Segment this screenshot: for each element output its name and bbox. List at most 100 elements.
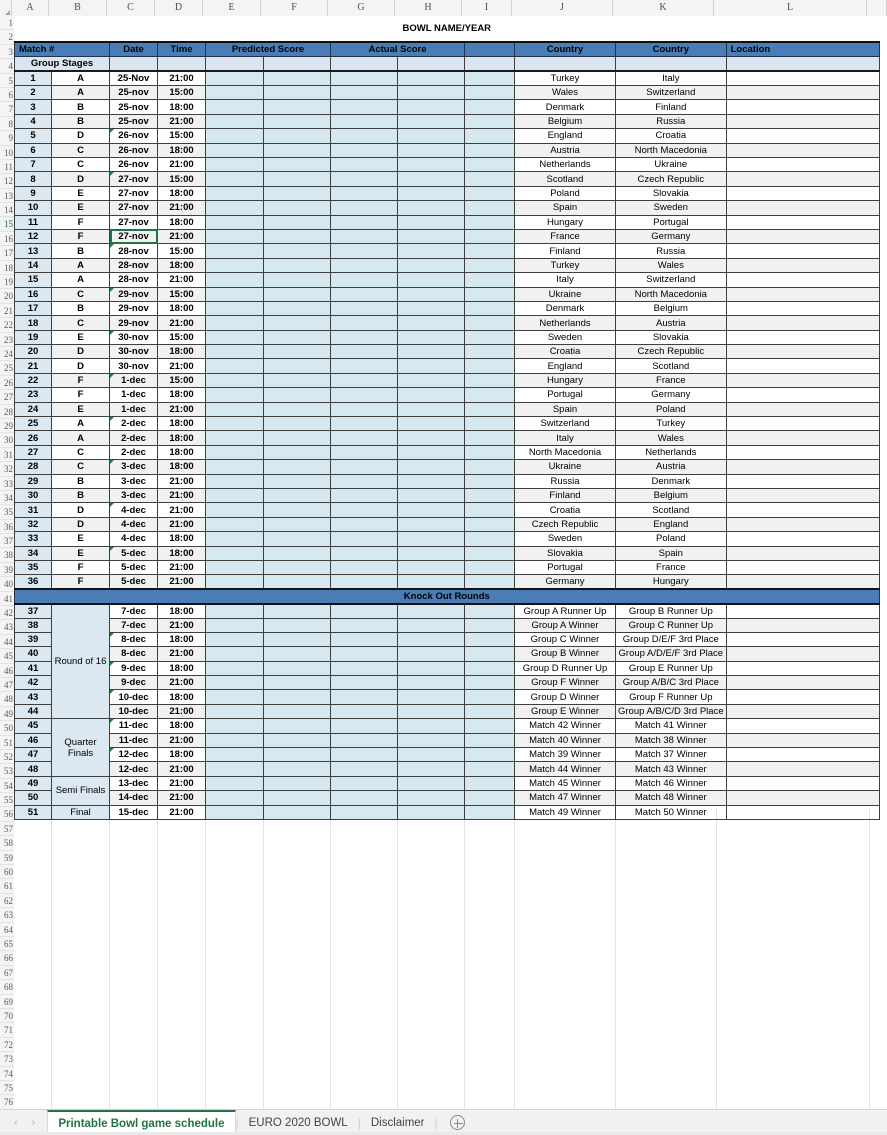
column-header-d[interactable]: D xyxy=(155,0,203,16)
cell-score-spacer[interactable] xyxy=(464,444,515,461)
row-header-55[interactable]: 55 xyxy=(0,793,14,808)
cell-location[interactable] xyxy=(725,689,880,705)
column-header-c[interactable]: C xyxy=(107,0,155,16)
cell-country-1[interactable]: Group D Winner xyxy=(514,689,616,705)
cell-score-spacer[interactable] xyxy=(464,545,515,561)
cell-location[interactable] xyxy=(725,747,880,763)
cell-group[interactable]: E xyxy=(51,531,110,547)
cell-actual-score-2[interactable] xyxy=(397,416,465,432)
cell-score-spacer[interactable] xyxy=(464,157,515,173)
cell-country-1[interactable]: North Macedonia xyxy=(514,444,616,461)
cell-actual-score-2[interactable] xyxy=(397,272,465,288)
cell-date[interactable]: 28-nov xyxy=(109,257,158,274)
cell-time[interactable]: 18:00 xyxy=(157,430,206,446)
select-all-corner[interactable] xyxy=(0,0,12,16)
stage-label-final[interactable]: Final xyxy=(51,804,110,820)
cell-date[interactable]: 11-dec xyxy=(109,732,158,749)
cell-time[interactable]: 21:00 xyxy=(157,473,206,490)
cell-group[interactable]: C xyxy=(51,142,110,159)
cell-date[interactable]: 12-dec xyxy=(109,761,158,777)
cell-country-2[interactable]: Wales xyxy=(615,430,727,446)
cell-actual-score-1[interactable] xyxy=(330,732,398,749)
cell-date[interactable]: 13-dec xyxy=(109,775,158,792)
cell-location[interactable] xyxy=(725,300,880,317)
cell-group[interactable]: A xyxy=(51,272,110,288)
cell-country-2[interactable]: Switzerland xyxy=(615,85,727,101)
cell-score-spacer[interactable] xyxy=(464,775,515,792)
row-header-56[interactable]: 56 xyxy=(0,807,14,822)
cell-match-number[interactable]: 33 xyxy=(14,531,52,547)
row-header-11[interactable]: 11 xyxy=(0,159,14,175)
cell-score-spacer[interactable] xyxy=(464,214,515,230)
cell-actual-score-1[interactable] xyxy=(330,113,398,130)
cell-match-number[interactable]: 49 xyxy=(14,775,52,792)
row-header-54[interactable]: 54 xyxy=(0,778,14,794)
cell-time[interactable]: 21:00 xyxy=(157,732,206,749)
cell-country-1[interactable]: Portugal xyxy=(514,559,616,576)
cell-country-2[interactable]: Group A/B/C/D 3rd Place xyxy=(615,703,727,720)
cell-group[interactable]: E xyxy=(51,401,110,418)
cell-predicted-score-2[interactable] xyxy=(263,559,331,576)
cell-score-spacer[interactable] xyxy=(464,300,515,317)
cell-time[interactable]: 18:00 xyxy=(157,459,206,475)
cell-score-spacer[interactable] xyxy=(464,804,515,820)
cell-time[interactable]: 21:00 xyxy=(157,775,206,792)
cell-match-number[interactable]: 24 xyxy=(14,401,52,418)
cell-predicted-score-1[interactable] xyxy=(205,358,264,374)
cell-score-spacer[interactable] xyxy=(464,185,515,202)
cell-country-2[interactable]: Belgium xyxy=(615,487,727,504)
cell-predicted-score-2[interactable] xyxy=(263,315,331,331)
cell-predicted-score-2[interactable] xyxy=(263,790,331,806)
cell-date[interactable]: 3-dec xyxy=(109,487,158,504)
cell-score-spacer[interactable] xyxy=(464,128,515,144)
cell-predicted-score-1[interactable] xyxy=(205,790,264,806)
cell-country-1[interactable]: Denmark xyxy=(514,99,616,115)
column-header-e[interactable]: E xyxy=(203,0,261,16)
cell-country-2[interactable]: Belgium xyxy=(615,300,727,317)
cell-score-spacer[interactable] xyxy=(464,790,515,806)
cell-match-number[interactable]: 8 xyxy=(14,171,52,187)
cell-match-number[interactable]: 11 xyxy=(14,214,52,230)
add-sheet-button[interactable] xyxy=(449,1115,465,1130)
cell-score-spacer[interactable] xyxy=(464,559,515,576)
cell-time[interactable]: 15:00 xyxy=(157,85,206,101)
cell-country-2[interactable]: Russia xyxy=(615,113,727,130)
cell-predicted-score-1[interactable] xyxy=(205,272,264,288)
cell-date[interactable]: 25-nov xyxy=(109,85,158,101)
cell-actual-score-1[interactable] xyxy=(330,243,398,259)
cell-country-1[interactable]: Group F Winner xyxy=(514,675,616,691)
cell-predicted-score-2[interactable] xyxy=(263,185,331,202)
cell-predicted-score-2[interactable] xyxy=(263,344,331,360)
cell-country-2[interactable]: Russia xyxy=(615,243,727,259)
cell-country-1[interactable]: Italy xyxy=(514,430,616,446)
cell-location[interactable] xyxy=(725,416,880,432)
cell-date[interactable]: 1-dec xyxy=(109,401,158,418)
cell-score-spacer[interactable] xyxy=(464,516,515,533)
cell-match-number[interactable]: 50 xyxy=(14,790,52,806)
cell-match-number[interactable]: 14 xyxy=(14,257,52,274)
cell-predicted-score-2[interactable] xyxy=(263,157,331,173)
cell-date[interactable]: 8-dec xyxy=(109,631,158,648)
cell-location[interactable] xyxy=(725,272,880,288)
cell-predicted-score-1[interactable] xyxy=(205,617,264,633)
cell-match-number[interactable]: 38 xyxy=(14,617,52,633)
cell-country-1[interactable]: Group C Winner xyxy=(514,631,616,648)
cell-match-number[interactable]: 22 xyxy=(14,372,52,389)
cell-actual-score-2[interactable] xyxy=(397,70,465,87)
row-header-10[interactable]: 10 xyxy=(0,145,14,160)
cell-actual-score-1[interactable] xyxy=(330,473,398,490)
cell-time[interactable]: 21:00 xyxy=(157,70,206,87)
cell-date[interactable]: 10-dec xyxy=(109,703,158,720)
cell-score-spacer[interactable] xyxy=(464,747,515,763)
column-header-l[interactable]: L xyxy=(714,0,867,16)
cell-date[interactable]: 9-dec xyxy=(109,675,158,691)
cell-actual-score-1[interactable] xyxy=(330,459,398,475)
cell-actual-score-2[interactable] xyxy=(397,689,465,705)
cell-actual-score-2[interactable] xyxy=(397,401,465,418)
row-header-41[interactable]: 41 xyxy=(0,591,14,607)
cell-group[interactable]: B xyxy=(51,99,110,115)
cell-actual-score-1[interactable] xyxy=(330,430,398,446)
cell-match-number[interactable]: 28 xyxy=(14,459,52,475)
cell-location[interactable] xyxy=(725,286,880,302)
cell-actual-score-2[interactable] xyxy=(397,200,465,216)
